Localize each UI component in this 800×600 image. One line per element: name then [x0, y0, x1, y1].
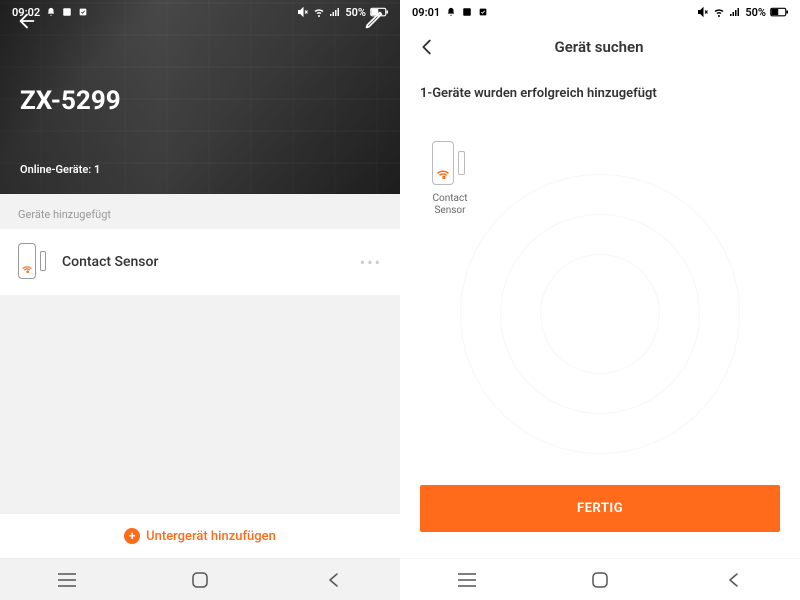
screen-search-device: 09:01 50%	[400, 0, 800, 600]
back-button[interactable]	[721, 568, 745, 592]
contact-sensor-icon	[18, 243, 48, 281]
app-icon	[462, 7, 472, 17]
status-left: 09:02	[12, 6, 88, 19]
check-icon	[478, 7, 488, 17]
home-button[interactable]	[188, 568, 212, 592]
contact-sensor-icon	[432, 141, 468, 187]
mute-icon	[697, 6, 709, 18]
bell-icon	[46, 7, 56, 17]
android-nav-bar	[400, 558, 800, 600]
status-left: 09:01	[412, 6, 488, 19]
done-button[interactable]: FERTIG	[420, 485, 780, 532]
mute-icon	[297, 6, 309, 18]
recents-button[interactable]	[455, 568, 479, 592]
screen-device-list: 09:02	[0, 0, 400, 600]
more-icon[interactable]: •••	[360, 253, 382, 272]
hero-header: 09:02	[0, 0, 400, 194]
add-subdevice-label: Untergerät hinzufügen	[146, 529, 276, 544]
signal-icon	[329, 6, 341, 18]
section-label: Geräte hinzugefügt	[0, 194, 400, 229]
back-button[interactable]	[321, 568, 345, 592]
page-header: Gerät suchen	[400, 24, 800, 70]
status-time: 09:01	[412, 6, 440, 19]
wifi-icon	[313, 6, 325, 18]
recents-button[interactable]	[55, 568, 79, 592]
status-bar: 09:01 50%	[400, 0, 800, 24]
hero-subtitle: Online-Geräte: 1	[20, 163, 100, 176]
status-bar: 09:02	[0, 0, 400, 24]
add-subdevice-button[interactable]: + Untergerät hinzufügen	[0, 514, 400, 558]
found-device-label: Contact Sensor	[420, 193, 480, 217]
signal-icon	[729, 6, 741, 18]
content-area: 1-Geräte wurden erfolgreich hinzugefügt …	[400, 70, 800, 558]
device-row[interactable]: Contact Sensor •••	[0, 229, 400, 295]
battery-icon	[370, 7, 388, 17]
status-time: 09:02	[12, 6, 40, 19]
page-title: Gerät suchen	[414, 38, 784, 56]
app-icon	[62, 7, 72, 17]
success-message: 1-Geräte wurden erfolgreich hinzugefügt	[420, 86, 780, 101]
found-device[interactable]: Contact Sensor	[420, 141, 480, 217]
check-icon	[78, 7, 88, 17]
wifi-icon	[713, 6, 725, 18]
battery-text: 50%	[745, 6, 766, 19]
battery-icon	[770, 7, 788, 17]
bell-icon	[446, 7, 456, 17]
device-name: Contact Sensor	[62, 254, 346, 270]
status-right: 50%	[697, 6, 788, 19]
battery-text: 50%	[345, 6, 366, 19]
hero-title: ZX-5299	[20, 86, 121, 116]
plus-icon: +	[124, 528, 140, 544]
status-right: 50%	[297, 6, 388, 19]
done-label: FERTIG	[577, 501, 623, 516]
content-area: Geräte hinzugefügt Contact Sensor ••• + …	[0, 194, 400, 558]
home-button[interactable]	[588, 568, 612, 592]
android-nav-bar	[0, 558, 400, 600]
radar-background	[440, 154, 760, 474]
